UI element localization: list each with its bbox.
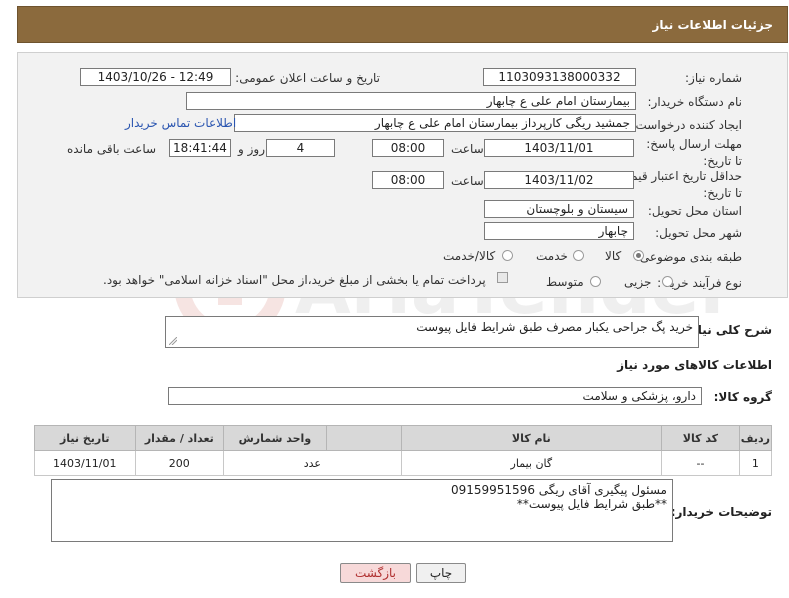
announce-label: تاریخ و ساعت اعلان عمومی: (235, 71, 380, 85)
buyer-notes-label: توضیحات خریدار: (670, 505, 772, 519)
goods-section-title: اطلاعات کالاهای مورد نیاز (617, 358, 772, 372)
col-unit-alt (325, 425, 402, 451)
remaining-label: ساعت باقی مانده (67, 142, 157, 156)
cell-unit: عدد (223, 450, 402, 476)
table-row: 1403/11/01 200 عدد گان بیمار -- 1 (34, 450, 773, 476)
buyer-notes-textarea: مسئول پیگیری آقای ریگی 09159951596 **طبق… (51, 479, 673, 542)
remaining-time-field: 18:41:44 (169, 139, 231, 157)
process-radio-minor[interactable] (662, 276, 673, 287)
reply-date-field: 1403/11/01 (484, 139, 634, 157)
cell-goods-name: گان بیمار (400, 450, 663, 476)
cell-goods-code: -- (661, 450, 740, 476)
days-field: 4 (266, 139, 335, 157)
need-number-label: شماره نیاز: (685, 71, 742, 85)
process-radio-medium[interactable] (590, 276, 601, 287)
print-button[interactable]: چاپ (416, 563, 466, 583)
buyer-notes-line-1: مسئول پیگیری آقای ریگی 09159951596 (450, 483, 667, 497)
description-textarea: خرید پگ جراحی یکبار مصرف طبق شرایط فایل … (165, 316, 699, 348)
col-goods-code: کد کالا (661, 425, 740, 451)
buyer-contact-link[interactable]: اطلاعات تماس خریدار (125, 116, 236, 130)
back-button[interactable]: بازگشت (340, 563, 411, 583)
creator-field: جمشید ریگی کارپرداز بیمارستان امام علی ع… (234, 114, 636, 132)
goods-table: تاریخ نیاز تعداد / مقدار واحد شمارش نام … (34, 425, 773, 476)
description-text: خرید پگ جراحی یکبار مصرف طبق شرایط فایل … (416, 320, 693, 334)
need-number-field: 1103093138000332 (483, 68, 636, 86)
buyer-org-field: بیمارستان امام علی ع چابهار (186, 92, 636, 110)
goods-group-field: دارو، پزشکی و سلامت (168, 387, 702, 405)
process-option-medium: متوسط (546, 275, 584, 289)
reply-time-label: ساعت (451, 142, 484, 156)
buyer-notes-line-2: **طبق شرایط فایل پیوست** (516, 497, 667, 511)
goods-group-label: گروه کالا: (713, 390, 772, 404)
process-option-minor: جزیی (624, 275, 652, 289)
category-option-service: خدمت (536, 249, 568, 263)
col-need-date: تاریخ نیاز (34, 425, 136, 451)
province-field: سیستان و بلوچستان (484, 200, 634, 218)
col-row: ردیف (738, 425, 773, 451)
cell-quantity: 200 (134, 450, 225, 476)
reply-time-field: 08:00 (372, 139, 444, 157)
page-title: جزئیات اطلاعات نیاز (652, 18, 773, 32)
price-validity-time-label: ساعت (451, 174, 484, 188)
category-option-goods: کالا (605, 249, 622, 263)
resize-grip-icon[interactable] (169, 337, 177, 345)
treasury-payment-checkbox[interactable] (497, 272, 508, 283)
price-validity-time-field: 08:00 (372, 171, 444, 189)
reply-deadline-label: مهلت ارسال پاسخ: تا تاریخ: (646, 137, 742, 168)
city-field: چابهار (484, 222, 634, 240)
cell-need-date: 1403/11/01 (34, 450, 136, 476)
announce-field: 1403/10/26 - 12:49 (80, 68, 231, 86)
category-option-goods-service: کالا/خدمت (443, 249, 496, 263)
price-validity-date-field: 1403/11/02 (484, 171, 634, 189)
col-quantity: تعداد / مقدار (134, 425, 225, 451)
city-label: شهر محل تحویل: (655, 226, 742, 240)
category-label: طبقه بندی موضوعی: (635, 250, 742, 264)
province-label: استان محل تحویل: (647, 204, 742, 218)
treasury-payment-note: پرداخت تمام یا بخشی از مبلغ خرید،از محل … (103, 273, 486, 287)
category-radio-goods-service[interactable] (502, 250, 513, 261)
days-label: روز و (238, 142, 265, 156)
buyer-org-label: نام دستگاه خریدار: (647, 95, 743, 109)
page-header: جزئیات اطلاعات نیاز (17, 6, 788, 43)
category-radio-goods[interactable] (633, 250, 644, 261)
creator-label: ایجاد کننده درخواست: (631, 118, 742, 132)
col-goods-name: نام کالا (400, 425, 663, 451)
col-unit: واحد شمارش (223, 425, 327, 451)
cell-row: 1 (738, 450, 773, 476)
category-radio-service[interactable] (573, 250, 584, 261)
table-header-row: تاریخ نیاز تعداد / مقدار واحد شمارش نام … (34, 425, 773, 451)
